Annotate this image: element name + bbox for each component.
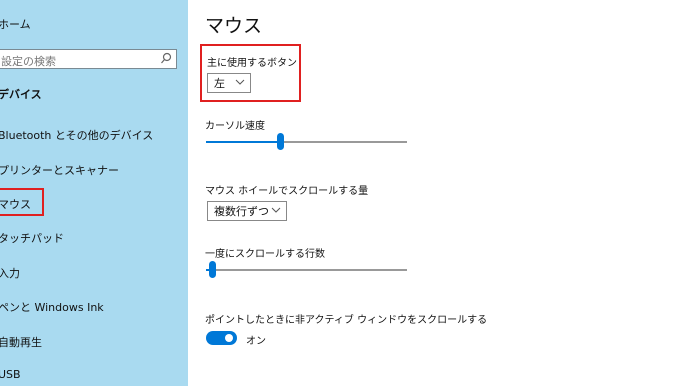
sidebar-item-pen[interactable]: ペンと Windows Ink [0, 299, 104, 315]
search-icon [161, 52, 172, 64]
chevron-down-icon [235, 79, 245, 85]
search-field[interactable]: 設定の検索 [0, 49, 177, 69]
sidebar-home[interactable]: ホーム [0, 16, 31, 32]
sidebar-item-label: プリンターとスキャナー [0, 164, 119, 177]
sidebar-item-autoplay[interactable]: 自動再生 [0, 334, 42, 350]
cursor-speed-label: カーソル速度 [205, 121, 265, 132]
wheel-scroll-dropdown[interactable]: 複数行ずつ [207, 201, 287, 221]
slider-fill [206, 141, 281, 143]
sidebar-item-usb[interactable]: USB [0, 368, 21, 381]
wheel-scroll-value: 複数行ずつ [214, 205, 269, 218]
toggle-knob [225, 334, 233, 342]
lines-to-scroll-label: 一度にスクロールする行数 [205, 249, 325, 260]
sidebar-item-label: 自動再生 [0, 336, 42, 349]
wheel-scroll-label: マウス ホイールでスクロールする量 [205, 186, 369, 197]
slider-thumb[interactable] [277, 133, 285, 150]
primary-button-value: 左 [214, 77, 225, 90]
highlight-box-mouse [0, 188, 44, 216]
sidebar-item-label: Bluetooth とその他のデバイス [0, 129, 154, 142]
main-content: マウス 主に使用するボタン 左 カーソル速度 マウス ホイールでスクロールする量… [188, 0, 675, 386]
sidebar-item-printers[interactable]: プリンターとスキャナー [0, 162, 119, 178]
sidebar-item-label: USB [0, 368, 21, 381]
search-placeholder: 設定の検索 [1, 55, 56, 68]
sidebar-item-label: タッチパッド [0, 232, 64, 245]
sidebar-item-touchpad[interactable]: タッチパッド [0, 230, 64, 246]
chevron-down-icon [271, 207, 281, 213]
inactive-scroll-toggle[interactable] [206, 331, 237, 345]
primary-button-label: 主に使用するボタン [207, 58, 297, 69]
sidebar: ホーム 設定の検索 デバイス Bluetooth とその他のデバイス プリンター… [0, 0, 188, 386]
slider-thumb[interactable] [209, 261, 217, 278]
primary-button-dropdown[interactable]: 左 [207, 73, 251, 93]
sidebar-section-title: デバイス [0, 88, 42, 101]
inactive-scroll-state: オン [246, 336, 266, 347]
slider-track [206, 269, 407, 271]
inactive-scroll-label: ポイントしたときに非アクティブ ウィンドウをスクロールする [205, 315, 488, 326]
sidebar-item-label: ペンと Windows Ink [0, 301, 104, 314]
sidebar-item-bluetooth[interactable]: Bluetooth とその他のデバイス [0, 127, 153, 143]
sidebar-item-input[interactable]: 入力 [0, 265, 20, 281]
page-title: マウス [205, 15, 263, 37]
sidebar-home-label: ホーム [0, 18, 31, 31]
sidebar-item-label: 入力 [0, 267, 20, 280]
